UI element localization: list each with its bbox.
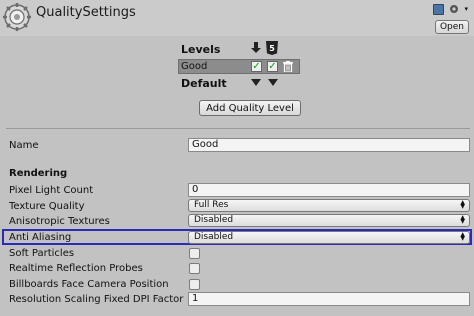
- open-button[interactable]: Open: [435, 20, 469, 34]
- divider: [6, 128, 470, 129]
- platform-icons: 5: [251, 41, 278, 55]
- level-platform-checks: ✓ ✓: [251, 61, 293, 72]
- rendering-heading: Rendering: [9, 168, 68, 179]
- header-icons: ▾: [433, 3, 468, 15]
- html5-icon: 5: [266, 41, 278, 55]
- texture-quality-dropdown[interactable]: Full Res ▲ ▼: [188, 199, 470, 212]
- anisotropic-textures-label: Anisotropic Textures: [9, 216, 110, 227]
- standalone-default-dropdown-icon[interactable]: [251, 79, 261, 86]
- level-name[interactable]: Good: [181, 61, 207, 72]
- updown-arrows-icon: ▲ ▼: [460, 199, 465, 210]
- soft-particles-checkbox[interactable]: [189, 248, 200, 259]
- webgl-default-dropdown-icon[interactable]: [268, 79, 278, 86]
- billboards-face-camera-checkbox[interactable]: [189, 279, 200, 290]
- book-icon[interactable]: [433, 3, 445, 15]
- quality-settings-gear-icon: [3, 3, 31, 31]
- soft-particles-label: Soft Particles: [9, 248, 75, 259]
- trash-icon[interactable]: [283, 61, 293, 72]
- resolution-scaling-label: Resolution Scaling Fixed DPI Factor: [9, 294, 184, 305]
- name-field[interactable]: Good: [188, 138, 470, 152]
- inspector-title: QualitySettings: [36, 5, 136, 20]
- pixel-light-count-label: Pixel Light Count: [9, 185, 94, 196]
- updown-arrows-icon: ▲ ▼: [460, 231, 465, 242]
- add-quality-level-button[interactable]: Add Quality Level: [199, 100, 301, 116]
- pixel-light-count-field[interactable]: 0: [188, 183, 470, 197]
- levels-heading: Levels: [181, 43, 221, 56]
- download-icon: [251, 42, 261, 53]
- billboards-face-camera-label: Billboards Face Camera Position: [9, 279, 169, 290]
- realtime-reflection-probes-checkbox[interactable]: [189, 263, 200, 274]
- realtime-reflection-probes-label: Realtime Reflection Probes: [9, 263, 143, 274]
- settings-icon[interactable]: [448, 3, 460, 15]
- standalone-checkbox[interactable]: ✓: [251, 61, 262, 72]
- texture-quality-label: Texture Quality: [9, 201, 85, 212]
- updown-arrows-icon: ▲ ▼: [460, 214, 465, 225]
- anisotropic-textures-value: Disabled: [194, 215, 234, 225]
- default-label: Default: [181, 77, 227, 90]
- chevron-down-icon[interactable]: ▾: [464, 5, 468, 13]
- resolution-scaling-field[interactable]: 1: [188, 292, 470, 306]
- anti-aliasing-label: Anti Aliasing: [9, 232, 72, 243]
- default-dropdowns: [251, 79, 278, 86]
- name-label: Name: [9, 140, 39, 151]
- anti-aliasing-dropdown[interactable]: Disabled ▲ ▼: [188, 231, 470, 244]
- anisotropic-textures-dropdown[interactable]: Disabled ▲ ▼: [188, 214, 470, 227]
- webgl-checkbox[interactable]: ✓: [267, 61, 278, 72]
- texture-quality-value: Full Res: [194, 200, 229, 210]
- anti-aliasing-value: Disabled: [194, 232, 234, 242]
